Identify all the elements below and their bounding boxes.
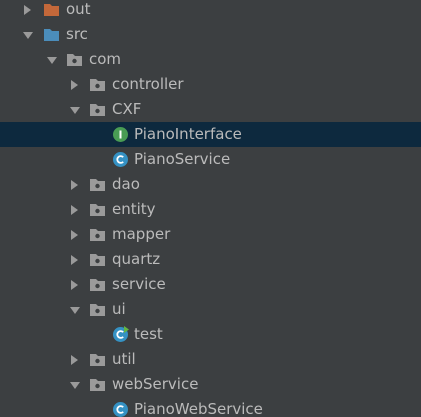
tree-item-label: controller bbox=[112, 75, 184, 93]
tree-item-pianointerface[interactable]: PianoInterface bbox=[0, 122, 421, 147]
expand-arrow-icon[interactable] bbox=[67, 197, 83, 222]
expand-arrow-icon[interactable] bbox=[67, 272, 83, 297]
expand-arrow-icon[interactable] bbox=[20, 0, 36, 22]
tree-item-pianowebservice[interactable]: PianoWebService bbox=[0, 397, 421, 417]
tree-item-mapper[interactable]: mapper bbox=[0, 222, 421, 247]
tree-item-dao[interactable]: dao bbox=[0, 172, 421, 197]
expand-arrow-icon[interactable] bbox=[67, 222, 83, 247]
collapse-arrow-icon[interactable] bbox=[44, 47, 60, 72]
tree-item-ui[interactable]: ui bbox=[0, 297, 421, 322]
tree-item-label: PianoWebService bbox=[134, 400, 263, 417]
class-icon bbox=[112, 401, 129, 417]
package-icon bbox=[89, 226, 106, 243]
tree-item-entity[interactable]: entity bbox=[0, 197, 421, 222]
tree-item-label: ui bbox=[112, 300, 126, 318]
package-icon bbox=[89, 376, 106, 393]
tree-item-src[interactable]: src bbox=[0, 22, 421, 47]
package-icon bbox=[89, 76, 106, 93]
package-icon bbox=[89, 101, 106, 118]
tree-item-cxf[interactable]: CXF bbox=[0, 97, 421, 122]
tree-item-controller[interactable]: controller bbox=[0, 72, 421, 97]
tree-item-label: dao bbox=[112, 175, 140, 193]
package-icon bbox=[89, 201, 106, 218]
collapse-arrow-icon[interactable] bbox=[20, 22, 36, 47]
expand-arrow-icon[interactable] bbox=[67, 347, 83, 372]
tree-item-label: out bbox=[66, 0, 91, 18]
expand-arrow-icon[interactable] bbox=[67, 172, 83, 197]
tree-item-label: entity bbox=[112, 200, 156, 218]
source-folder-icon bbox=[43, 26, 60, 43]
expand-arrow-icon[interactable] bbox=[67, 247, 83, 272]
tree-item-com[interactable]: com bbox=[0, 47, 421, 72]
tree-item-label: PianoInterface bbox=[134, 125, 242, 143]
package-icon bbox=[89, 176, 106, 193]
runnable-class-icon bbox=[112, 326, 129, 343]
tree-item-out[interactable]: out bbox=[0, 0, 421, 22]
interface-icon bbox=[112, 126, 129, 143]
tree-item-label: src bbox=[66, 25, 88, 43]
tree-item-label: webService bbox=[112, 375, 199, 393]
package-icon bbox=[89, 276, 106, 293]
collapse-arrow-icon[interactable] bbox=[67, 97, 83, 122]
tree-item-label: test bbox=[134, 325, 163, 343]
package-icon bbox=[89, 301, 106, 318]
class-icon bbox=[112, 151, 129, 168]
collapse-arrow-icon[interactable] bbox=[67, 372, 83, 397]
tree-item-label: service bbox=[112, 275, 166, 293]
collapse-arrow-icon[interactable] bbox=[67, 297, 83, 322]
tree-item-label: mapper bbox=[112, 225, 171, 243]
expand-arrow-icon[interactable] bbox=[67, 72, 83, 97]
tree-item-test[interactable]: test bbox=[0, 322, 421, 347]
tree-item-label: PianoService bbox=[134, 150, 231, 168]
package-icon bbox=[66, 51, 83, 68]
tree-item-webservice[interactable]: webService bbox=[0, 372, 421, 397]
package-icon bbox=[89, 351, 106, 368]
tree-item-quartz[interactable]: quartz bbox=[0, 247, 421, 272]
project-tree: out src com controller CXF PianoInterfac… bbox=[0, 0, 421, 417]
tree-item-util[interactable]: util bbox=[0, 347, 421, 372]
tree-item-service[interactable]: service bbox=[0, 272, 421, 297]
folder-orange-icon bbox=[43, 1, 60, 18]
tree-item-pianoservice[interactable]: PianoService bbox=[0, 147, 421, 172]
tree-item-label: util bbox=[112, 350, 136, 368]
package-icon bbox=[89, 251, 106, 268]
tree-item-label: com bbox=[89, 50, 122, 68]
tree-item-label: CXF bbox=[112, 100, 142, 118]
tree-item-label: quartz bbox=[112, 250, 161, 268]
